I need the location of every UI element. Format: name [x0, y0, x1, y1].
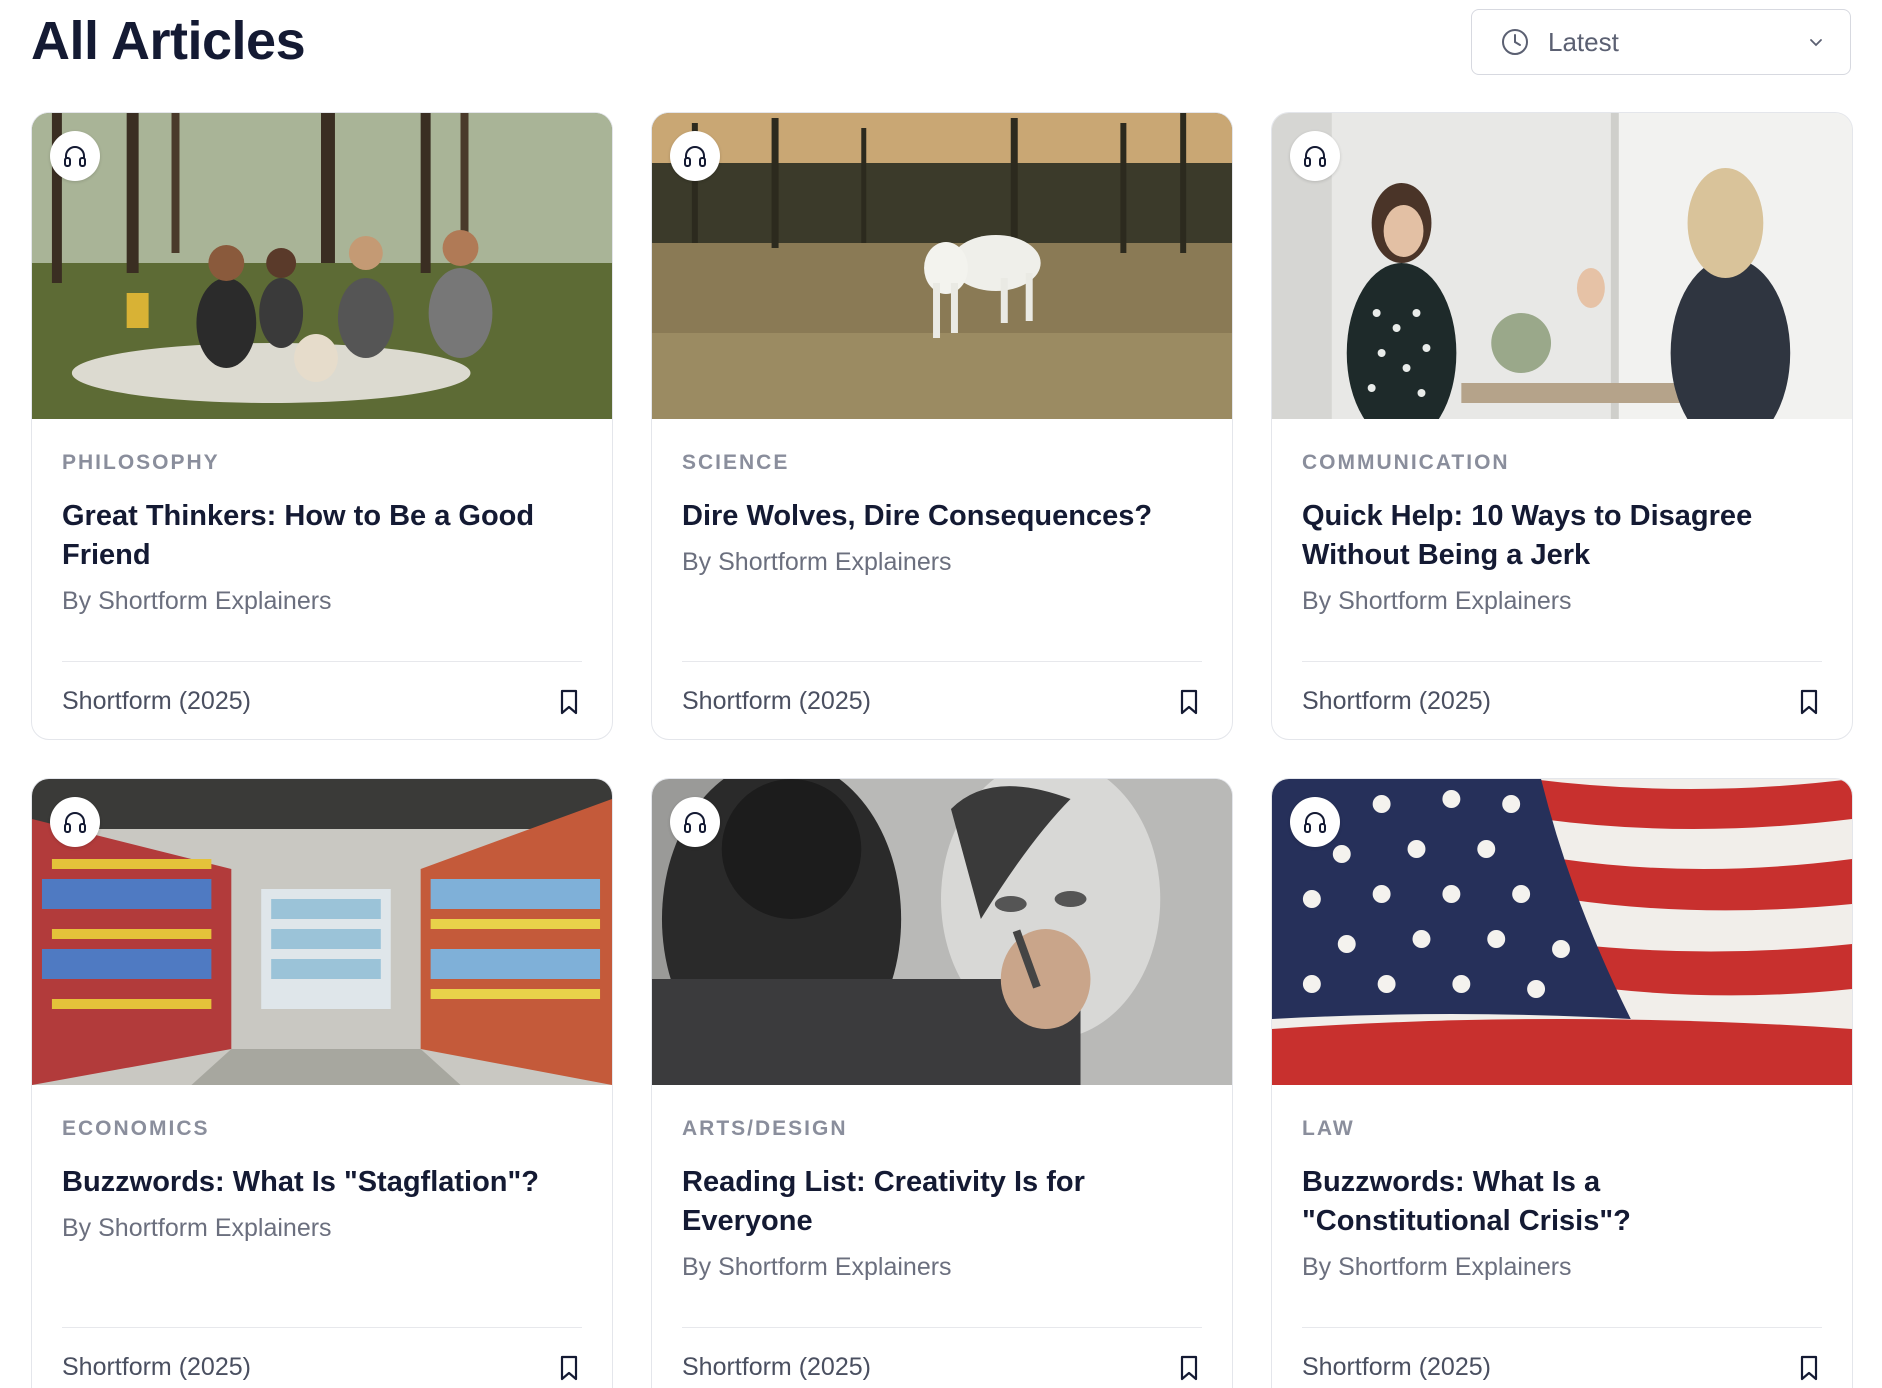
article-author: By Shortform Explainers [682, 1253, 952, 1281]
artist-drawing-image [652, 779, 1232, 1085]
article-image [32, 779, 612, 1085]
bookmark-icon[interactable] [556, 1353, 582, 1383]
headphones-icon [1304, 146, 1326, 167]
article-category: COMMUNICATION [1302, 451, 1510, 474]
article-title[interactable]: Great Thinkers: How to Be a Good Friend [62, 497, 562, 575]
article-body: ARTS/DESIGN Reading List: Creativity Is … [652, 1085, 1232, 1388]
article-title[interactable]: Reading List: Creativity Is for Everyone [682, 1163, 1182, 1241]
article-footer: Shortform (2025) [62, 661, 582, 739]
article-author: By Shortform Explainers [62, 1214, 332, 1242]
article-source: Shortform (2025) [62, 1353, 251, 1381]
article-card[interactable]: COMMUNICATION Quick Help: 10 Ways to Dis… [1271, 112, 1853, 740]
bookmark-icon[interactable] [1796, 1353, 1822, 1383]
article-author: By Shortform Explainers [1302, 1253, 1572, 1281]
article-body: LAW Buzzwords: What Is a "Constitutional… [1272, 1085, 1852, 1388]
article-title[interactable]: Quick Help: 10 Ways to Disagree Without … [1302, 497, 1802, 575]
article-title[interactable]: Buzzwords: What Is a "Constitutional Cri… [1302, 1163, 1802, 1241]
article-footer: Shortform (2025) [682, 1327, 1202, 1388]
article-card[interactable]: LAW Buzzwords: What Is a "Constitutional… [1271, 778, 1853, 1388]
headphones-icon [1304, 812, 1326, 833]
article-author: By Shortform Explainers [1302, 587, 1572, 615]
audio-button[interactable] [50, 797, 100, 847]
american-flag-image [1272, 779, 1852, 1085]
article-card[interactable]: PHILOSOPHY Great Thinkers: How to Be a G… [31, 112, 613, 740]
audio-button[interactable] [670, 131, 720, 181]
article-body: PHILOSOPHY Great Thinkers: How to Be a G… [32, 419, 612, 739]
article-card[interactable]: ARTS/DESIGN Reading List: Creativity Is … [651, 778, 1233, 1388]
audio-button[interactable] [670, 797, 720, 847]
article-body: ECONOMICS Buzzwords: What Is "Stagflatio… [32, 1085, 612, 1388]
audio-button[interactable] [50, 131, 100, 181]
page-title: All Articles [31, 11, 306, 71]
headphones-icon [684, 146, 706, 167]
audio-button[interactable] [1290, 797, 1340, 847]
articles-page: All Articles Latest PHILOSOPHY Great Thi… [0, 0, 1882, 1388]
headphones-icon [64, 146, 86, 167]
article-author: By Shortform Explainers [62, 587, 332, 615]
conversation-image [1272, 113, 1852, 419]
article-source: Shortform (2025) [682, 687, 871, 715]
article-body: COMMUNICATION Quick Help: 10 Ways to Dis… [1272, 419, 1852, 739]
article-image [1272, 113, 1852, 419]
article-source: Shortform (2025) [62, 687, 251, 715]
article-category: SCIENCE [682, 451, 790, 474]
article-footer: Shortform (2025) [1302, 1327, 1822, 1388]
grocery-aisle-image [32, 779, 612, 1085]
bookmark-icon[interactable] [1796, 687, 1822, 717]
article-image [32, 113, 612, 419]
article-source: Shortform (2025) [1302, 687, 1491, 715]
article-title[interactable]: Buzzwords: What Is "Stagflation"? [62, 1163, 562, 1202]
picnic-image [32, 113, 612, 419]
bookmark-icon[interactable] [556, 687, 582, 717]
article-category: ECONOMICS [62, 1117, 210, 1140]
page-header: All Articles Latest [31, 0, 1851, 108]
article-footer: Shortform (2025) [682, 661, 1202, 739]
article-footer: Shortform (2025) [1302, 661, 1822, 739]
headphones-icon [684, 812, 706, 833]
article-source: Shortform (2025) [1302, 1353, 1491, 1381]
article-body: SCIENCE Dire Wolves, Dire Consequences? … [652, 419, 1232, 739]
article-footer: Shortform (2025) [62, 1327, 582, 1388]
wolf-image [652, 113, 1232, 419]
article-source: Shortform (2025) [682, 1353, 871, 1381]
clock-icon [1502, 29, 1528, 55]
article-category: ARTS/DESIGN [682, 1117, 848, 1140]
article-author: By Shortform Explainers [682, 548, 952, 576]
article-image [1272, 779, 1852, 1085]
article-category: LAW [1302, 1117, 1355, 1140]
chevron-down-icon [1810, 39, 1822, 47]
article-image [652, 779, 1232, 1085]
article-title[interactable]: Dire Wolves, Dire Consequences? [682, 497, 1182, 536]
headphones-icon [64, 812, 86, 833]
articles-grid: PHILOSOPHY Great Thinkers: How to Be a G… [31, 112, 1853, 1388]
article-category: PHILOSOPHY [62, 451, 220, 474]
article-card[interactable]: ECONOMICS Buzzwords: What Is "Stagflatio… [31, 778, 613, 1388]
bookmark-icon[interactable] [1176, 1353, 1202, 1383]
article-image [652, 113, 1232, 419]
article-card[interactable]: SCIENCE Dire Wolves, Dire Consequences? … [651, 112, 1233, 740]
bookmark-icon[interactable] [1176, 687, 1202, 717]
sort-dropdown[interactable]: Latest [1471, 9, 1851, 75]
sort-label: Latest [1548, 26, 1619, 57]
audio-button[interactable] [1290, 131, 1340, 181]
